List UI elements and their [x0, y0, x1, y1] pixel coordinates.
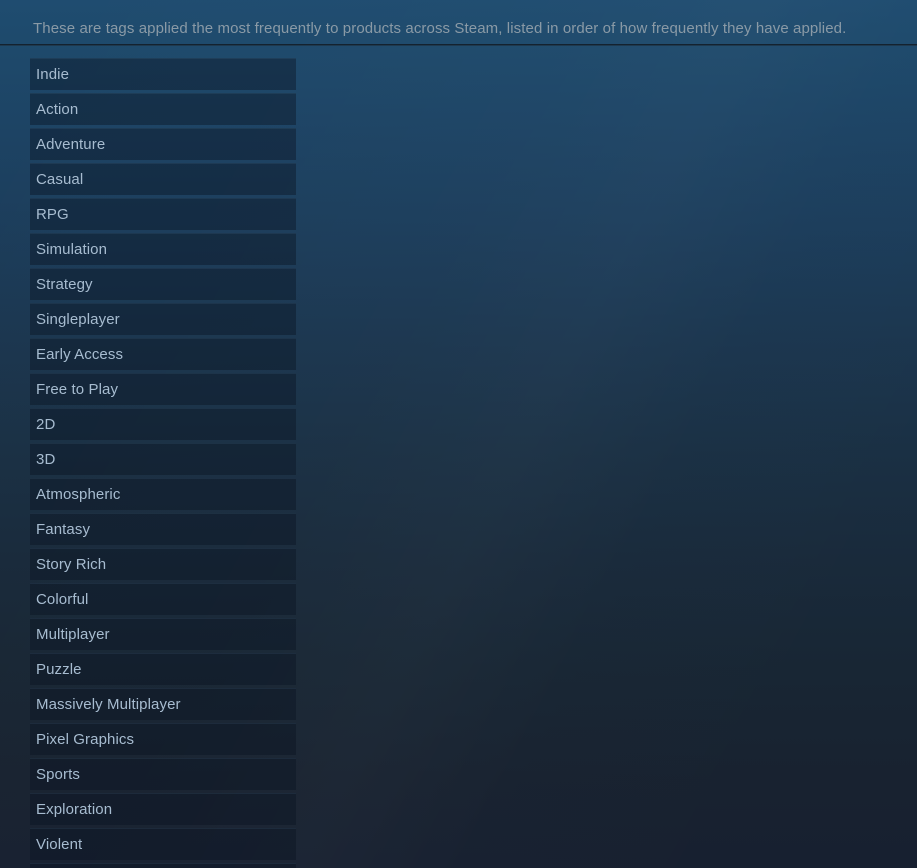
tag-list-item-label: Puzzle	[36, 660, 82, 678]
tag-list-item[interactable]: Atmospheric	[30, 478, 296, 510]
steam-tags-page: These are tags applied the most frequent…	[0, 0, 917, 868]
page-description: These are tags applied the most frequent…	[33, 20, 847, 37]
tag-list-item-label: Exploration	[36, 800, 113, 818]
tag-list-item-label: Fantasy	[36, 520, 91, 538]
tag-list: Indie Action Adventure Casual RPG Simulation S…	[30, 58, 296, 868]
tag-list-item[interactable]: Casual	[30, 163, 296, 195]
header-divider	[0, 44, 917, 46]
tag-list-item-label: Colorful	[36, 590, 89, 608]
tag-list-item[interactable]: Fantasy	[30, 513, 296, 545]
tag-list-item[interactable]: RPG	[30, 198, 296, 230]
tag-list-item[interactable]: Colorful	[30, 583, 296, 615]
tag-list-item[interactable]: Pixel Graphics	[30, 723, 296, 755]
tag-list-item[interactable]: Simulation	[30, 233, 296, 265]
tag-list-item-label: Multiplayer	[36, 625, 110, 643]
tag-list-item-label: Early Access	[36, 345, 124, 363]
tag-list-item-label: Indie	[36, 65, 70, 83]
tag-list-item-label: Action	[36, 100, 79, 118]
tag-list-item[interactable]: Exploration	[30, 793, 296, 825]
tag-list-item[interactable]: Strategy	[30, 268, 296, 300]
tag-list-item[interactable]: 2D	[30, 408, 296, 440]
tag-list-item-label: Violent	[36, 835, 83, 853]
tag-list-item[interactable]: Adventure	[30, 128, 296, 160]
tag-list-item[interactable]: Indie	[30, 58, 296, 90]
tag-list-item[interactable]: Multiplayer	[30, 618, 296, 650]
tag-list-item[interactable]: Sports	[30, 758, 296, 790]
tag-list-item-label: Story Rich	[36, 555, 107, 573]
tag-list-item-label: 3D	[36, 450, 56, 468]
tag-list-item-label: Strategy	[36, 275, 93, 293]
tag-list-item[interactable]: 3D	[30, 443, 296, 475]
tag-list-item-label: Simulation	[36, 240, 108, 258]
tag-list-item[interactable]: Singleplayer	[30, 303, 296, 335]
tag-list-item[interactable]: Free to Play	[30, 373, 296, 405]
tag-list-item[interactable]: Puzzle	[30, 653, 296, 685]
tag-list-item[interactable]: Action	[30, 93, 296, 125]
tag-list-item[interactable]: Story Rich	[30, 548, 296, 580]
tag-list-item-label: Casual	[36, 170, 84, 188]
tag-list-item-label: Adventure	[36, 135, 106, 153]
page-header: These are tags applied the most frequent…	[0, 0, 917, 45]
tag-list-item[interactable]: Violent	[30, 828, 296, 860]
tag-list-item-label: Free to Play	[36, 380, 119, 398]
tag-list-item-label: RPG	[36, 205, 69, 223]
tag-list-item-label: Massively Multiplayer	[36, 695, 181, 713]
tag-list-item-label: Sports	[36, 765, 80, 783]
tag-list-item-label: Pixel Graphics	[36, 730, 135, 748]
tag-list-item[interactable]: Anime	[30, 863, 296, 868]
tag-list-item-label: Singleplayer	[36, 310, 120, 328]
tag-list-item-label: Atmospheric	[36, 485, 121, 503]
tag-list-item-label: 2D	[36, 415, 56, 433]
tag-list-item[interactable]: Massively Multiplayer	[30, 688, 296, 720]
tag-list-item[interactable]: Early Access	[30, 338, 296, 370]
